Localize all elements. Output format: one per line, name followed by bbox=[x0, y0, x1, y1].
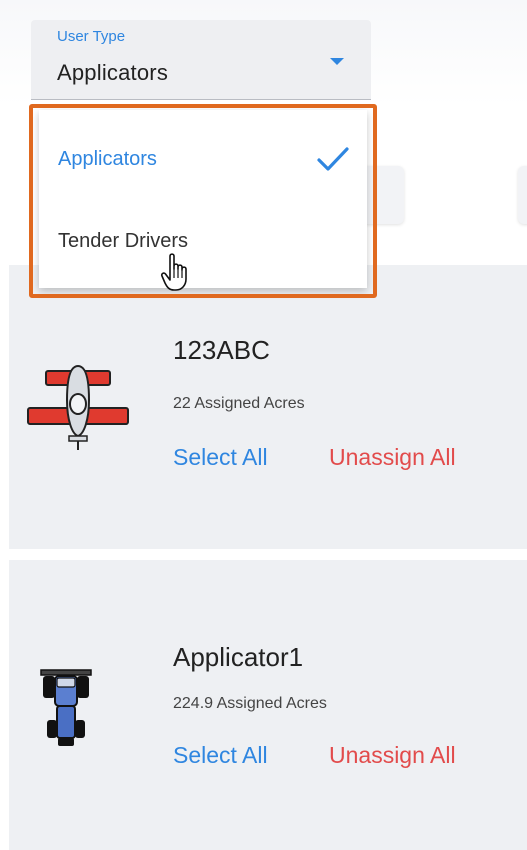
assigned-acres: 22 Assigned Acres bbox=[173, 395, 305, 412]
caret-down-icon[interactable] bbox=[330, 58, 344, 65]
assigned-acres: 224.9 Assigned Acres bbox=[173, 695, 327, 712]
hand-pointer-icon bbox=[161, 253, 187, 291]
user-type-value: Applicators bbox=[57, 60, 169, 85]
check-icon bbox=[317, 147, 349, 171]
user-type-label: User Type bbox=[57, 28, 126, 45]
background-pill bbox=[518, 166, 527, 224]
select-all-button[interactable]: Select All bbox=[173, 444, 268, 471]
menu-item-label: Tender Drivers bbox=[58, 230, 189, 252]
user-type-select[interactable]: User Type Applicators bbox=[31, 20, 371, 100]
unassign-all-button[interactable]: Unassign All bbox=[329, 444, 456, 471]
applicator-card[interactable]: Applicator1 224.9 Assigned Acres Select … bbox=[9, 560, 527, 850]
applicator-card[interactable]: 123ABC 22 Assigned Acres Select All Unas… bbox=[9, 265, 527, 549]
unassign-all-button[interactable]: Unassign All bbox=[329, 742, 456, 769]
sprayer-icon bbox=[40, 669, 92, 746]
select-all-button[interactable]: Select All bbox=[173, 742, 268, 769]
card-title: 123ABC bbox=[173, 335, 270, 365]
menu-item-applicators[interactable]: Applicators bbox=[39, 130, 367, 190]
menu-item-label: Applicators bbox=[58, 148, 157, 170]
airplane-icon bbox=[27, 364, 129, 450]
user-type-dropdown-menu: Applicators Tender Drivers bbox=[39, 110, 367, 288]
card-title: Applicator1 bbox=[173, 642, 304, 672]
menu-item-tender-drivers[interactable]: Tender Drivers bbox=[39, 212, 367, 272]
